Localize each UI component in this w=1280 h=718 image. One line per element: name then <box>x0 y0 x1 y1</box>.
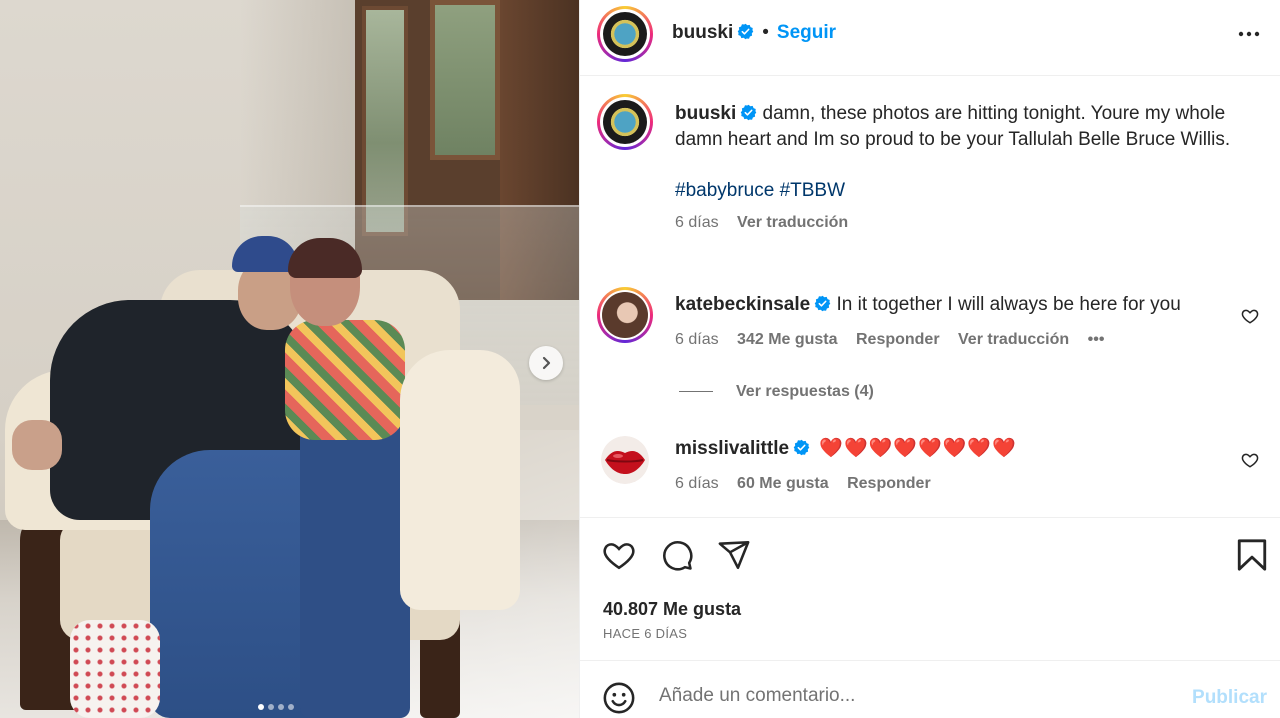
like-button[interactable] <box>602 538 636 577</box>
carousel-dot <box>268 704 274 710</box>
comment-text: ❤️❤️❤️❤️❤️❤️❤️❤️ <box>819 438 1017 459</box>
comment-time[interactable]: 6 días <box>675 331 719 348</box>
verified-icon <box>793 439 810 456</box>
comment-button[interactable] <box>660 538 694 577</box>
comment-username[interactable]: katebeckinsale <box>675 294 810 315</box>
comment-time[interactable]: 6 días <box>675 475 719 492</box>
publish-button[interactable]: Publicar <box>1192 687 1267 709</box>
caption-username[interactable]: buuski <box>675 103 736 124</box>
carousel-dots <box>258 704 294 710</box>
post-actions: 40.807 Me gusta HACE 6 DÍAS <box>580 517 1280 660</box>
share-button[interactable] <box>717 538 751 577</box>
post-photo[interactable] <box>0 0 579 718</box>
emoji-button[interactable] <box>602 681 636 718</box>
comment-body: misslivalittle ❤️❤️❤️❤️❤️❤️❤️❤️ 6 días 6… <box>675 436 1235 497</box>
header-username[interactable]: buuski <box>672 22 733 43</box>
verified-icon <box>814 295 831 312</box>
caption-body: damn, these photos are hitting tonight. … <box>675 103 1231 150</box>
more-options-button[interactable] <box>1237 22 1261 51</box>
comment-like-button[interactable] <box>1241 307 1259 330</box>
paper-plane-icon <box>718 540 750 570</box>
comment-likes[interactable]: 342 Me gusta <box>737 331 837 348</box>
carousel-dot <box>278 704 284 710</box>
view-replies-link[interactable]: Ver respuestas (4) <box>736 383 874 400</box>
verified-icon <box>737 23 754 40</box>
comment-reply-button[interactable]: Responder <box>847 475 931 492</box>
heart-icon <box>603 543 635 570</box>
bookmark-icon <box>1237 539 1267 571</box>
next-photo-button[interactable] <box>529 346 563 380</box>
heart-outline-icon <box>1241 453 1259 468</box>
comment-like-button[interactable] <box>1241 451 1259 474</box>
comment-translate-link[interactable]: Ver traducción <box>958 331 1069 348</box>
save-button[interactable] <box>1236 538 1268 577</box>
comment-text: In it together I will always be here for… <box>831 294 1181 315</box>
caption-translate-link[interactable]: Ver traducción <box>737 214 848 231</box>
add-comment-bar: Publicar <box>580 660 1280 718</box>
caption-avatar[interactable] <box>597 94 653 150</box>
caption-hashtags[interactable]: #babybruce #TBBW <box>675 178 1235 204</box>
comment-username[interactable]: misslivalittle <box>675 438 789 459</box>
comment-likes[interactable]: 60 Me gusta <box>737 475 829 492</box>
comment-more-button[interactable]: ••• <box>1088 331 1105 348</box>
verified-icon <box>740 104 757 121</box>
likes-count[interactable]: 40.807 Me gusta <box>603 599 741 620</box>
comment-input[interactable] <box>659 685 1179 707</box>
replies-divider <box>679 391 713 393</box>
post-panel: buuski • Seguir buuski damn, these photos … <box>579 0 1280 718</box>
carousel-dot <box>258 704 264 710</box>
avatar-image <box>603 12 647 56</box>
lips-icon <box>601 436 649 484</box>
comment-avatar[interactable] <box>601 436 649 484</box>
carousel-dot <box>288 704 294 710</box>
comment-avatar[interactable] <box>597 287 653 343</box>
comment-icon <box>663 541 693 571</box>
more-horizontal-icon <box>1238 31 1260 37</box>
header-separator: • <box>762 22 769 43</box>
post-header: buuski • Seguir <box>580 0 1280 76</box>
comment-reply-button[interactable]: Responder <box>856 331 940 348</box>
heart-outline-icon <box>1241 309 1259 324</box>
chevron-right-icon <box>542 356 551 370</box>
caption-time[interactable]: 6 días <box>675 214 719 231</box>
caption-text-block: buuski damn, these photos are hitting to… <box>675 101 1235 236</box>
comment-body: katebeckinsale In it together I will alw… <box>675 292 1235 353</box>
avatar[interactable] <box>597 6 653 62</box>
smiley-icon <box>603 682 635 714</box>
view-replies[interactable]: Ver respuestas (4) <box>679 383 874 401</box>
post-date: HACE 6 DÍAS <box>603 626 688 641</box>
follow-button[interactable]: Seguir <box>777 22 836 43</box>
